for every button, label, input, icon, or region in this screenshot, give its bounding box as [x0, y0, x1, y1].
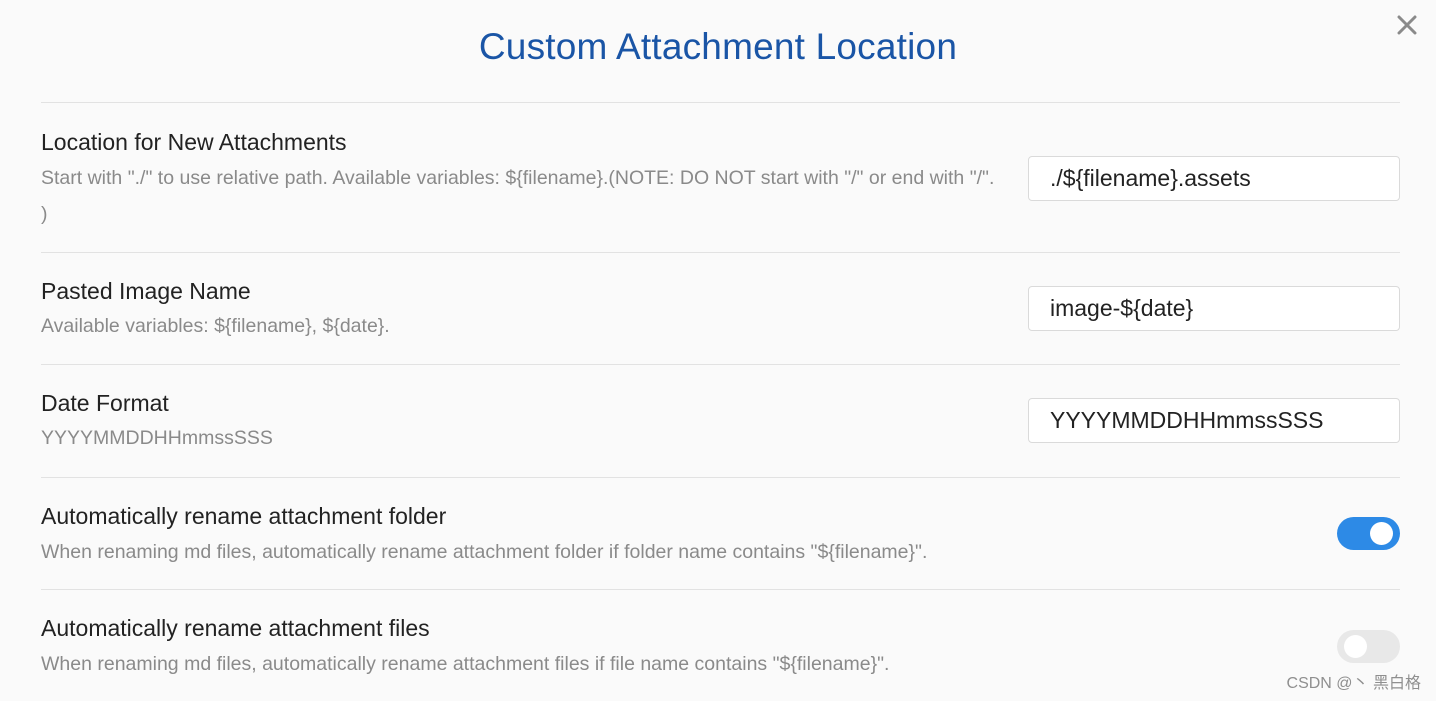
toggle-knob	[1370, 522, 1393, 545]
setting-description: Start with "./" to use relative path. Av…	[41, 167, 995, 225]
setting-pasted-image-name: Pasted Image Name Available variables: $…	[41, 252, 1400, 364]
dialog-title: Custom Attachment Location	[478, 26, 958, 67]
setting-name: Automatically rename attachment files	[41, 615, 430, 641]
image-name-input[interactable]	[1028, 286, 1400, 331]
rename-files-toggle[interactable]	[1337, 630, 1400, 663]
setting-location-new-attachments: Location for New Attachments Start with …	[41, 102, 1400, 252]
date-format-input[interactable]	[1028, 398, 1400, 443]
setting-name: Automatically rename attachment folder	[41, 503, 447, 529]
setting-name: Pasted Image Name	[41, 278, 251, 304]
rename-folder-toggle[interactable]	[1337, 517, 1400, 550]
location-input[interactable]	[1028, 156, 1400, 201]
setting-name: Date Format	[41, 390, 169, 416]
setting-rename-attachment-folder: Automatically rename attachment folder W…	[41, 477, 1400, 589]
setting-date-format: Date Format YYYYMMDDHHmmssSSS	[41, 364, 1400, 477]
settings-list: Location for New Attachments Start with …	[41, 102, 1400, 701]
watermark: CSDN @丶 黑白格	[1286, 675, 1421, 692]
setting-rename-attachment-files: Automatically rename attachment files Wh…	[41, 589, 1400, 701]
setting-name: Location for New Attachments	[41, 129, 347, 155]
setting-description: Available variables: ${filename}, ${date…	[41, 315, 390, 337]
setting-description: When renaming md files, automatically re…	[41, 653, 890, 675]
setting-description: When renaming md files, automatically re…	[41, 541, 928, 563]
toggle-knob	[1344, 635, 1367, 658]
setting-description: YYYYMMDDHHmmssSSS	[41, 427, 273, 449]
